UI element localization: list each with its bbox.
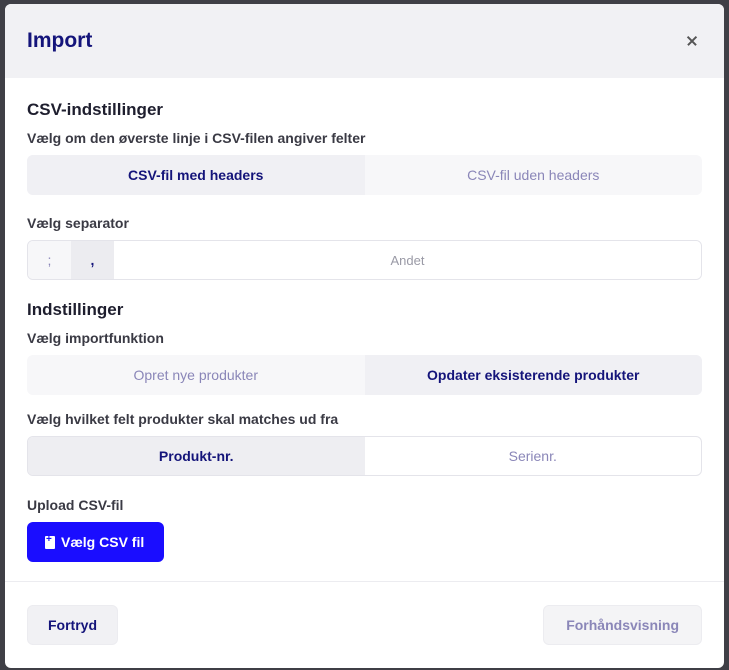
separator-other-input[interactable]: Andet	[114, 241, 701, 279]
match-field-toggle: Produkt-nr. Serienr.	[27, 436, 702, 476]
import-function-toggle: Opret nye produkter Opdater eksisterende…	[27, 355, 702, 395]
separator-comma[interactable]: ,	[71, 241, 114, 279]
match-field-label: Vælg hvilket felt produkter skal matches…	[27, 411, 339, 427]
choose-csv-button[interactable]: Vælg CSV fil	[27, 522, 165, 562]
separator-semicolon[interactable]: ;	[28, 241, 71, 279]
modal-header: Import	[5, 4, 724, 78]
modal-body: CSV-indstillinger Vælg om den øverste li…	[5, 78, 724, 562]
modal-title: Import	[27, 29, 93, 52]
header-toggle: CSV-fil med headers CSV-fil uden headers	[27, 155, 702, 195]
option-create-products[interactable]: Opret nye produkter	[27, 355, 365, 395]
import-modal: Import CSV-indstillinger Vælg om den øve…	[5, 4, 724, 668]
close-icon[interactable]	[684, 32, 702, 50]
separator-label: Vælg separator	[27, 215, 129, 231]
separator-toggle: ; , Andet	[27, 240, 702, 280]
cancel-button[interactable]: Fortryd	[27, 605, 118, 645]
option-serial-number[interactable]: Serienr.	[365, 437, 702, 475]
csv-settings-heading: CSV-indstillinger	[27, 100, 164, 119]
option-with-headers[interactable]: CSV-fil med headers	[27, 155, 365, 195]
import-function-label: Vælg importfunktion	[27, 330, 164, 346]
header-option-label: Vælg om den øverste linje i CSV-filen an…	[27, 130, 366, 146]
option-without-headers[interactable]: CSV-fil uden headers	[365, 155, 703, 195]
option-product-number[interactable]: Produkt-nr.	[28, 437, 365, 475]
file-plus-icon	[45, 534, 55, 549]
modal-footer: Fortryd Forhåndsvisning	[5, 581, 724, 668]
choose-csv-button-label: Vælg CSV fil	[61, 534, 145, 550]
settings-heading: Indstillinger	[27, 300, 124, 319]
option-update-products[interactable]: Opdater eksisterende produkter	[364, 355, 702, 395]
preview-button[interactable]: Forhåndsvisning	[543, 605, 702, 645]
upload-label: Upload CSV-fil	[27, 497, 124, 513]
